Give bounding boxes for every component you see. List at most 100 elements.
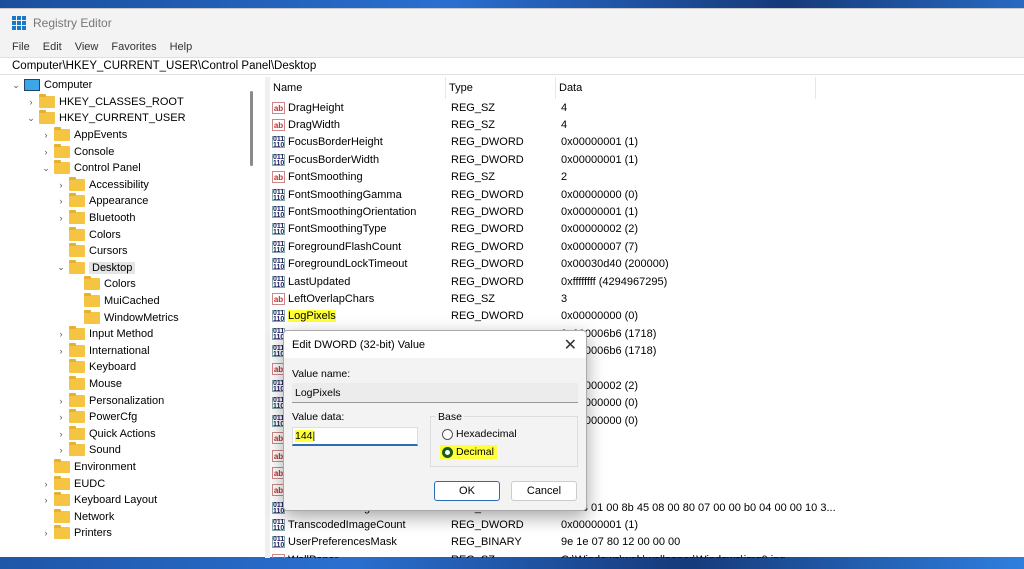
column-data[interactable]: Data [556,77,816,99]
tree-item-label: Appearance [89,195,149,208]
chevron-down-icon[interactable]: ⌄ [55,262,67,273]
value-name: TranscodedImageCount [288,519,406,532]
folder-icon [69,392,85,407]
hexadecimal-radio[interactable]: Hexadecimal [442,428,517,440]
tree-item[interactable]: › Quick Actions [10,425,258,442]
string-value-icon: ab [272,292,285,305]
tree-item[interactable]: ⌄ Desktop [10,259,258,277]
chevron-right-icon[interactable]: › [55,180,67,190]
chevron-right-icon[interactable]: › [55,396,67,406]
column-type[interactable]: Type [446,77,556,99]
column-name[interactable]: Name [270,77,446,99]
tree-scrollbar[interactable] [250,91,253,166]
table-row[interactable]: 011 110 FocusBorderWidth REG_DWORD 0x0000000… [270,151,1024,168]
table-row[interactable]: 011 110 FocusBorderHeight REG_DWORD 0x000000… [270,134,1024,151]
chevron-right-icon[interactable]: › [40,147,52,157]
tree-item[interactable]: › Bluetooth [10,210,258,227]
value-data: 3 [561,292,568,305]
table-row[interactable]: 011 110 TranscodedImageCount REG_DWORD 0x000… [270,516,1024,533]
chevron-right-icon[interactable]: › [40,130,52,140]
tree-item-label: PowerCfg [89,411,138,424]
tree-item[interactable]: › Printers [10,525,258,542]
chevron-right-icon[interactable]: › [55,346,67,356]
tree-item-label: Keyboard [89,361,137,374]
table-row[interactable]: 011 110 FontSmoothingType REG_DWORD 0x000000… [270,221,1024,238]
tree-item[interactable]: Colors [10,226,258,243]
address-bar[interactable]: Computer\HKEY_CURRENT_USER\Control Panel… [0,57,1024,75]
value-name: FocusBorderWidth [288,153,380,166]
string-value-icon: ab [272,101,285,114]
chevron-right-icon[interactable]: › [55,196,67,206]
tree-item[interactable]: › Console [10,143,258,160]
tree-item[interactable]: › International [10,342,258,360]
tree-item[interactable]: › EUDC [10,475,258,492]
chevron-right-icon[interactable]: › [55,213,67,223]
tree-item[interactable]: Network [10,508,258,525]
value-data: 0x00000001 (1) [561,519,639,532]
table-row[interactable]: ab LeftOverlapChars REG_SZ 3 [270,290,1024,307]
folder-icon [69,425,85,440]
list-header: Name Type Data [270,77,1024,99]
tree-item[interactable]: ⌄ Control Panel [10,160,258,177]
decimal-radio[interactable]: Decimal [440,445,497,459]
folder-icon [39,93,55,108]
chevron-right-icon[interactable]: › [40,479,52,489]
tree-item[interactable]: › Appearance [10,193,258,210]
tree-item[interactable]: WindowMetrics [10,309,258,326]
tree-item[interactable]: › Input Method [10,326,258,343]
chevron-down-icon[interactable]: ⌄ [10,80,22,91]
tree-item[interactable]: › Personalization [10,392,258,409]
tree-item[interactable]: Colors [10,276,258,293]
tree-item[interactable]: › Keyboard Layout [10,492,258,509]
table-row[interactable]: abWallPaper REG_SZC:\Windows\web\wallpape… [270,551,1024,558]
menu-edit[interactable]: Edit [43,41,62,53]
table-row[interactable]: 011 110 LogPixels REG_DWORD 0x00000000 (0) [270,308,1024,325]
table-row[interactable]: ab DragHeight REG_SZ 4 [270,99,1024,116]
value-data: 0x00030d40 (200000) [561,258,669,271]
chevron-right-icon[interactable]: › [40,495,52,505]
tree-item[interactable]: ⌄ HKEY_CURRENT_USER [10,110,258,127]
chevron-right-icon[interactable]: › [55,429,67,439]
tree-item[interactable]: › HKEY_CLASSES_ROOT [10,93,258,111]
value-name: FontSmoothingGamma [288,188,402,201]
table-row[interactable]: ab FontSmoothing REG_SZ 2 [270,169,1024,186]
tree-item-label: EUDC [74,477,106,490]
base-group [430,416,578,467]
value-name-label: Value name: [292,368,351,380]
chevron-right-icon[interactable]: › [55,412,67,422]
chevron-down-icon[interactable]: ⌄ [25,113,37,124]
value-data-input[interactable]: 144| [292,427,418,446]
tree-item[interactable]: ⌄ Computer [10,77,258,94]
ok-button[interactable]: OK [434,481,500,501]
tree-item[interactable]: › Sound [10,442,258,459]
menu-view[interactable]: View [75,41,99,53]
value-type: REG_DWORD [451,519,524,532]
chevron-right-icon[interactable]: › [40,528,52,538]
tree-item[interactable]: › PowerCfg [10,409,258,426]
chevron-right-icon[interactable]: › [25,97,37,107]
table-row[interactable]: 011 110 FontSmoothingOrientation REG_DWORD 0… [270,203,1024,220]
menu-favorites[interactable]: Favorites [111,41,156,53]
value-data: 4 [561,119,568,132]
table-row[interactable]: 011 110 FontSmoothingGamma REG_DWORD 0x00000… [270,186,1024,203]
cancel-button[interactable]: Cancel [511,481,577,501]
chevron-right-icon[interactable]: › [55,445,67,455]
tree-item[interactable]: › AppEvents [10,127,258,144]
table-row[interactable]: 011 110 UserPreferencesMask REG_BINARY 9e 1e… [270,534,1024,551]
tree-item[interactable]: MuiCached [10,293,258,310]
chevron-right-icon[interactable]: › [55,329,67,339]
close-icon[interactable]: ✕ [564,335,577,355]
menu-file[interactable]: File [12,41,30,53]
folder-icon [54,508,70,523]
tree-item[interactable]: › Accessibility [10,176,258,194]
tree-item[interactable]: Cursors [10,243,258,260]
chevron-down-icon[interactable]: ⌄ [40,163,52,174]
table-row[interactable]: 011 110 LastUpdated REG_DWORD 0xffffffff (42… [270,273,1024,290]
tree-item[interactable]: Mouse [10,375,258,393]
table-row[interactable]: ab DragWidth REG_SZ 4 [270,116,1024,133]
tree-item[interactable]: Keyboard [10,359,258,376]
table-row[interactable]: 011 110 ForegroundFlashCount REG_DWORD 0x000… [270,238,1024,255]
table-row[interactable]: 011 110 ForegroundLockTimeout REG_DWORD 0x00… [270,256,1024,273]
tree-item[interactable]: Environment [10,458,258,476]
menu-help[interactable]: Help [170,41,193,53]
